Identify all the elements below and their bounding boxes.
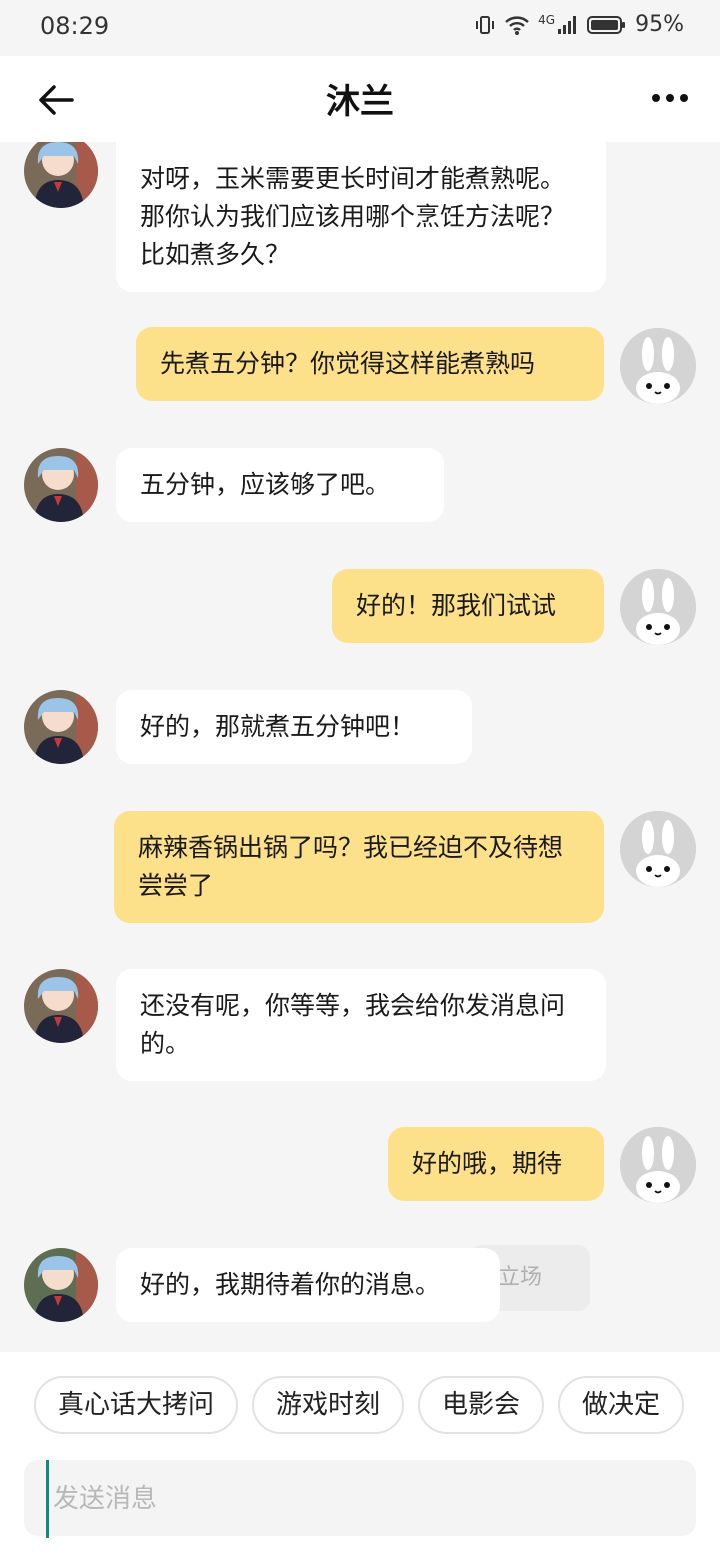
page-title: 沐兰 [326, 82, 394, 122]
message-bubble-bot: 好的，我期待着你的消息。 [116, 1248, 500, 1322]
status-icons: 4G 95% [474, 12, 684, 37]
battery-icon [587, 14, 627, 36]
network-type: 4G [538, 12, 556, 27]
message-bubble-user: 好的！那我们试试 [332, 569, 604, 643]
chip-make-decision[interactable]: 做决定 [558, 1376, 685, 1434]
message-input-box[interactable] [24, 1460, 696, 1538]
bunny-avatar-icon [620, 569, 696, 645]
bot-avatar[interactable] [24, 969, 98, 1043]
message-bubble-bot: 还没有呢，你等等，我会给你发消息问的。 [116, 969, 606, 1081]
user-avatar[interactable] [620, 328, 696, 404]
message-bubble-bot: 好的，那就煮五分钟吧！ [116, 690, 472, 764]
bunny-avatar-icon [620, 1127, 696, 1203]
user-avatar[interactable] [620, 1127, 696, 1203]
message-bubble-user: 先煮五分钟？你觉得这样能煮熟吗 [136, 327, 604, 401]
bot-avatar[interactable] [24, 142, 98, 208]
user-avatar[interactable] [620, 569, 696, 645]
message-bubble-user: 麻辣香锅出锅了吗？我已经迫不及待想尝尝了 [114, 811, 604, 923]
chip-game-time[interactable]: 游戏时刻 [252, 1376, 405, 1434]
signal-icon [557, 14, 579, 36]
battery-level: 95% [635, 12, 684, 37]
message-input[interactable] [46, 1460, 675, 1538]
wifi-icon [504, 14, 530, 36]
more-button[interactable] [650, 86, 690, 110]
status-bar: 08:29 4G 95% [0, 0, 720, 56]
bot-avatar[interactable] [24, 448, 98, 522]
bunny-avatar-icon [620, 328, 696, 404]
chat-messages[interactable]: 对呀，玉米需要更长时间才能煮熟呢。那你认为我们应该用哪个烹饪方法呢？比如煮多久？… [0, 142, 720, 1352]
more-horizontal-icon [652, 94, 688, 102]
chip-movie-night[interactable]: 电影会 [418, 1376, 545, 1434]
message-bubble-bot: 对呀，玉米需要更长时间才能煮熟呢。那你认为我们应该用哪个烹饪方法呢？比如煮多久？ [116, 142, 606, 292]
status-time: 08:29 [40, 12, 110, 40]
chip-truth-question[interactable]: 真心话大拷问 [34, 1376, 239, 1434]
message-bubble-bot: 五分钟，应该够了吧。 [116, 448, 444, 522]
vibrate-icon [474, 14, 496, 36]
bunny-avatar-icon [620, 811, 696, 887]
quick-chips: 真心话大拷问 游戏时刻 电影会 做决定 [34, 1376, 685, 1434]
bot-avatar[interactable] [24, 690, 98, 764]
bottom-panel: 真心话大拷问 游戏时刻 电影会 做决定 [0, 1352, 720, 1560]
user-avatar[interactable] [620, 811, 696, 887]
message-bubble-user: 好的哦，期待 [388, 1127, 604, 1201]
chat-header: 沐兰 [0, 56, 720, 142]
bot-avatar[interactable] [24, 1248, 98, 1322]
